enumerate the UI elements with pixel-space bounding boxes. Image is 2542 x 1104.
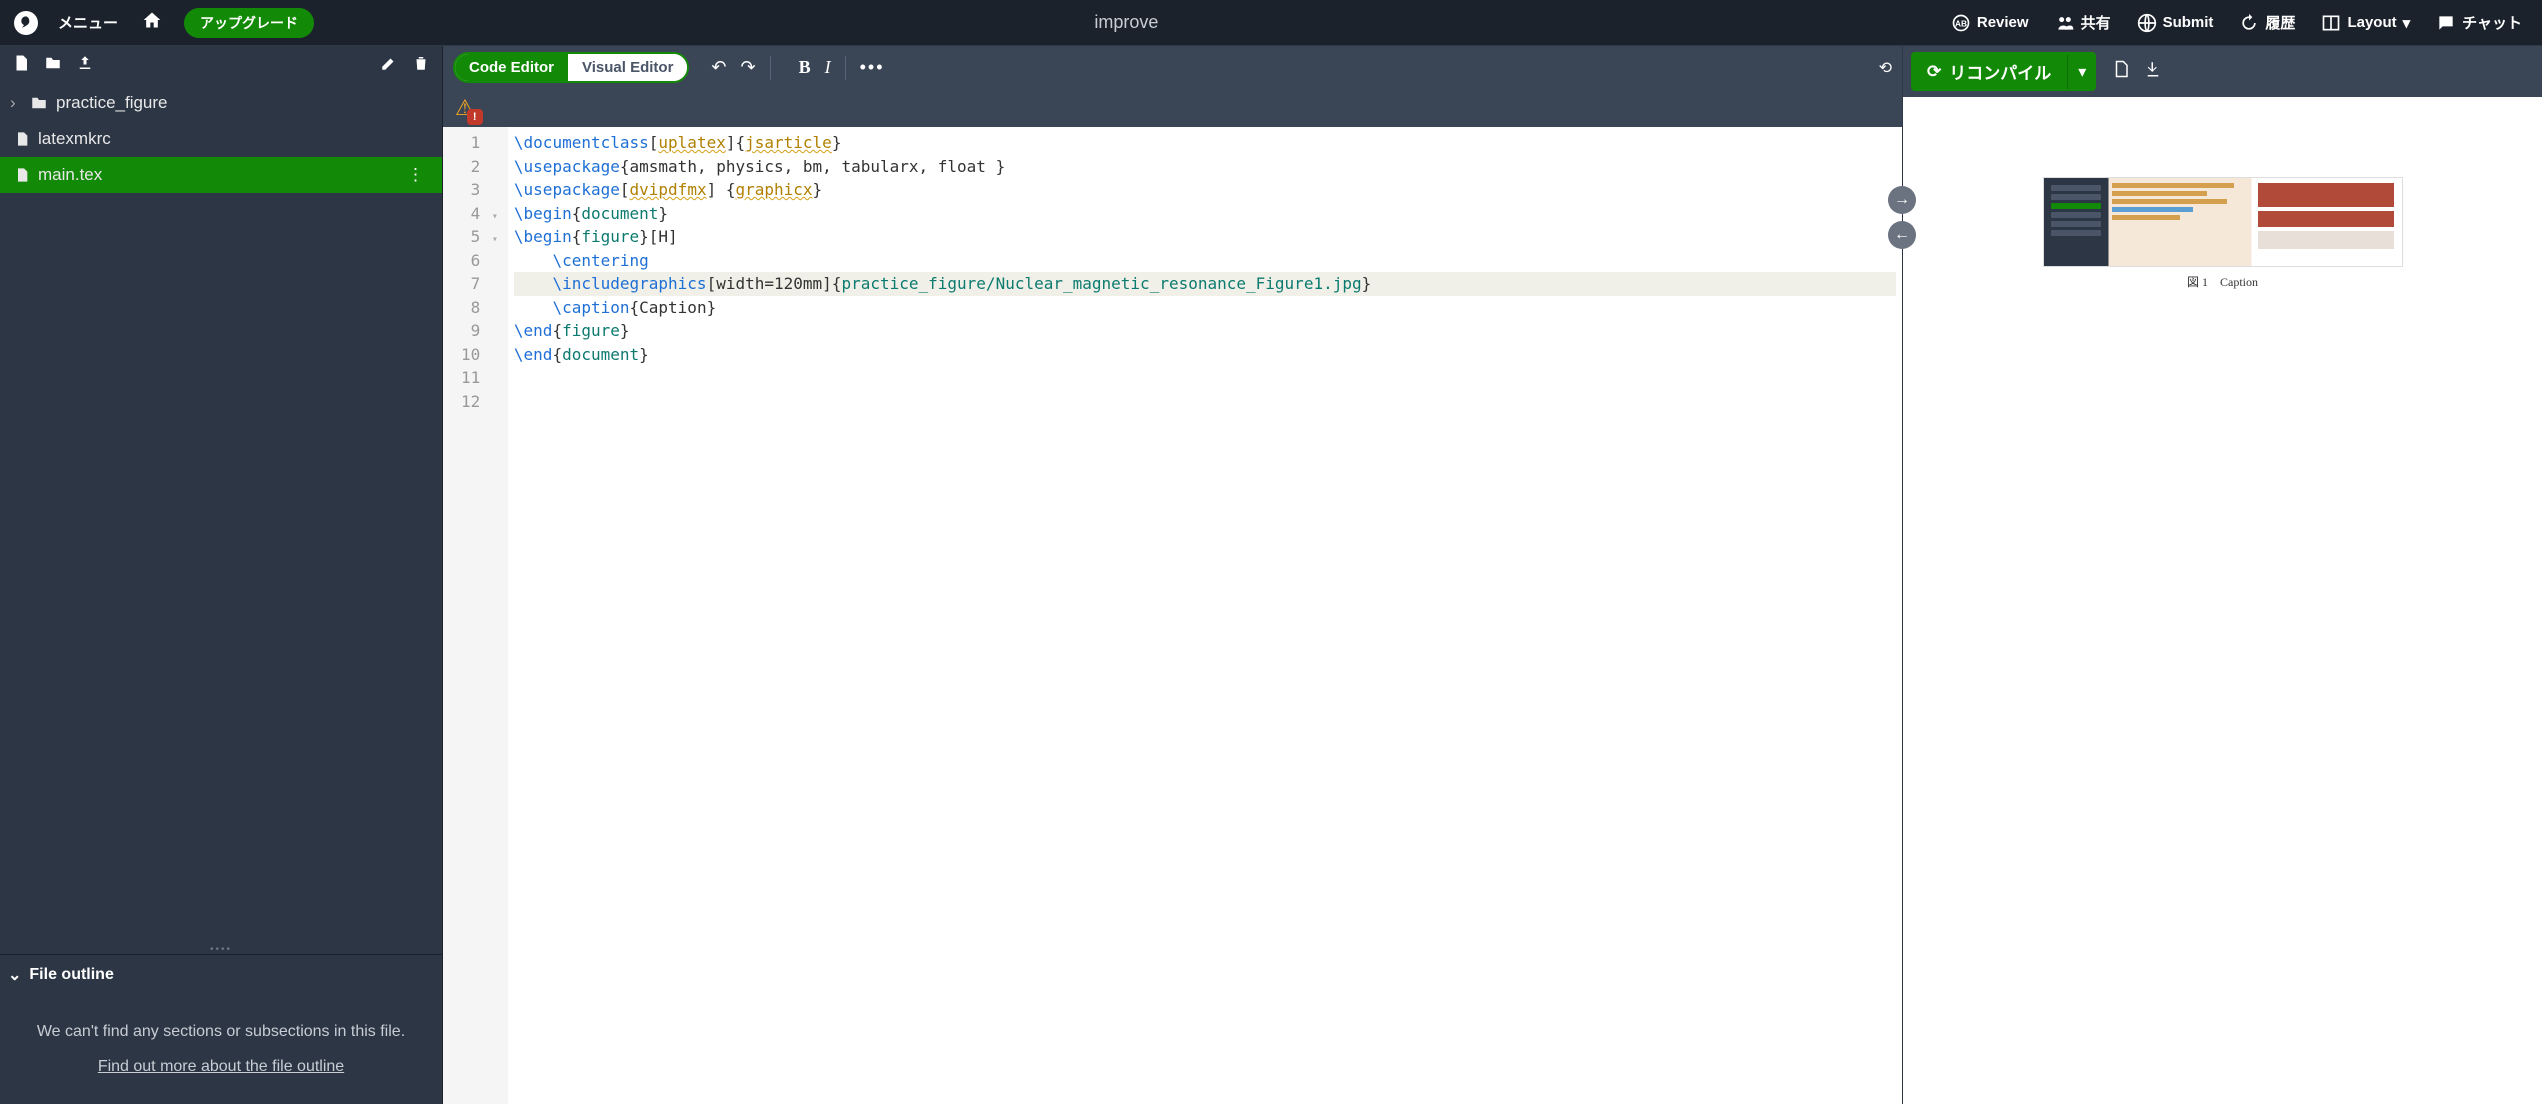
- file-toolbar: [0, 46, 442, 85]
- file-icon: [14, 131, 30, 147]
- review-button[interactable]: AB Review: [1939, 7, 2041, 39]
- visual-editor-tab[interactable]: Visual Editor: [568, 54, 687, 81]
- search-icon[interactable]: ⟲: [1879, 58, 1892, 78]
- file-icon: [14, 167, 30, 183]
- new-folder-icon[interactable]: [44, 54, 62, 77]
- download-icon[interactable]: [2144, 60, 2162, 83]
- code-line[interactable]: \includegraphics[width=120mm]{practice_f…: [514, 272, 1896, 296]
- code-line[interactable]: \begin{document}: [514, 202, 1896, 226]
- chevron-down-icon: ⌄: [8, 965, 21, 985]
- tree-item-label: practice_figure: [56, 93, 168, 113]
- tree-item-latexmkrc[interactable]: latexmkrc: [0, 121, 442, 157]
- recompile-label: リコンパイル: [1949, 59, 2051, 84]
- code-line[interactable]: \end{document}: [514, 343, 1896, 367]
- code-line[interactable]: [514, 390, 1896, 414]
- recompile-dropdown[interactable]: ▾: [2067, 55, 2096, 89]
- logs-icon[interactable]: [2112, 60, 2130, 83]
- code-line[interactable]: \caption{Caption}: [514, 296, 1896, 320]
- upgrade-button[interactable]: アップグレード: [184, 8, 314, 38]
- editor-pane: Code Editor Visual Editor ↶ ↷ B I ••• ⟲: [443, 46, 1902, 1104]
- outline-empty-message: We can't find any sections or subsection…: [20, 1019, 422, 1045]
- topbar: メニュー アップグレード improve AB Review 共有 Submit: [0, 0, 2542, 46]
- chevron-right-icon: ›: [10, 93, 22, 113]
- file-sidebar: ›practice_figurelatexmkrcmain.tex⋮ •••• …: [0, 46, 443, 1104]
- code-line[interactable]: \end{figure}: [514, 319, 1896, 343]
- chat-button[interactable]: チャット: [2424, 6, 2534, 39]
- error-indicator[interactable]: ⚠ !: [443, 89, 1902, 127]
- tree-item-label: main.tex: [38, 165, 102, 185]
- tree-item-main-tex[interactable]: main.tex ⋮: [0, 157, 442, 193]
- project-title[interactable]: improve: [314, 12, 1939, 33]
- delete-icon[interactable]: [412, 54, 430, 77]
- share-label: 共有: [2081, 12, 2111, 33]
- layout-label: Layout: [2347, 14, 2396, 31]
- menu-button[interactable]: メニュー: [48, 6, 128, 39]
- code-line[interactable]: [514, 366, 1896, 390]
- more-icon[interactable]: ⋮: [399, 165, 432, 185]
- preview-toolbar: ⟳ リコンパイル ▾: [1903, 46, 2542, 97]
- chat-label: チャット: [2462, 12, 2522, 33]
- file-tree: › practice_figure latexmkrc main.tex ⋮: [0, 85, 442, 193]
- folder-icon: [30, 94, 48, 112]
- outline-body: We can't find any sections or subsection…: [0, 995, 442, 1104]
- editor-toolbar: Code Editor Visual Editor ↶ ↷ B I ••• ⟲: [443, 46, 1902, 89]
- upload-icon[interactable]: [76, 54, 94, 77]
- code-line[interactable]: \usepackage{amsmath, physics, bm, tabula…: [514, 155, 1896, 179]
- tree-item-practice_figure[interactable]: › practice_figure: [0, 85, 442, 121]
- collapse-right-icon[interactable]: →: [1888, 186, 1916, 214]
- submit-button[interactable]: Submit: [2125, 7, 2226, 39]
- refresh-icon: ⟳: [1927, 62, 1941, 82]
- divider: [770, 56, 771, 80]
- pdf-viewer[interactable]: 図 1 Caption: [1903, 97, 2542, 1104]
- file-outline-toggle[interactable]: ⌄ File outline: [0, 955, 442, 995]
- more-tools-icon[interactable]: •••: [860, 57, 885, 78]
- editor-mode-toggle: Code Editor Visual Editor: [453, 52, 689, 83]
- error-badge-icon: !: [467, 109, 483, 125]
- pdf-preview-pane: ⟳ リコンパイル ▾: [1902, 46, 2542, 1104]
- share-button[interactable]: 共有: [2043, 6, 2123, 39]
- italic-icon[interactable]: I: [825, 57, 831, 78]
- code-line[interactable]: \centering: [514, 249, 1896, 273]
- code-line[interactable]: \begin{figure}[H]: [514, 225, 1896, 249]
- rename-icon[interactable]: [380, 54, 398, 77]
- outline-help-link[interactable]: Find out more about the file outline: [20, 1054, 422, 1080]
- code-line[interactable]: \usepackage[dvipdfmx] {graphicx}: [514, 178, 1896, 202]
- recompile-button-group: ⟳ リコンパイル ▾: [1911, 52, 2096, 91]
- new-file-icon[interactable]: [12, 54, 30, 77]
- svg-text:AB: AB: [1955, 18, 1967, 28]
- history-label: 履歴: [2265, 12, 2295, 33]
- history-button[interactable]: 履歴: [2227, 6, 2307, 39]
- tree-item-label: latexmkrc: [38, 129, 111, 149]
- recompile-button[interactable]: ⟳ リコンパイル: [1911, 52, 2067, 91]
- layout-button[interactable]: Layout ▾: [2309, 7, 2422, 39]
- bold-icon[interactable]: B: [799, 57, 811, 78]
- pdf-figure-caption: 図 1 Caption: [2043, 273, 2403, 290]
- code-editor[interactable]: 1 2 3 4 ▾5 ▾6 7 8 9 10 11 12 \documentcl…: [443, 127, 1902, 1104]
- code-editor-tab[interactable]: Code Editor: [455, 54, 568, 81]
- home-button[interactable]: [132, 4, 172, 41]
- collapse-left-icon[interactable]: ←: [1888, 221, 1916, 249]
- resize-handle[interactable]: ••••: [0, 944, 442, 954]
- undo-icon[interactable]: ↶: [711, 57, 726, 78]
- redo-icon[interactable]: ↷: [741, 57, 756, 78]
- pdf-figure-image: [2043, 177, 2403, 267]
- code-line[interactable]: \documentclass[uplatex]{jsarticle}: [514, 131, 1896, 155]
- review-label: Review: [1977, 14, 2029, 31]
- chevron-down-icon: ▾: [2403, 14, 2411, 32]
- line-gutter: 1 2 3 4 ▾5 ▾6 7 8 9 10 11 12: [443, 127, 508, 1104]
- divider: [845, 56, 846, 80]
- submit-label: Submit: [2163, 14, 2214, 31]
- app-logo[interactable]: [14, 11, 38, 35]
- outline-title: File outline: [29, 966, 113, 984]
